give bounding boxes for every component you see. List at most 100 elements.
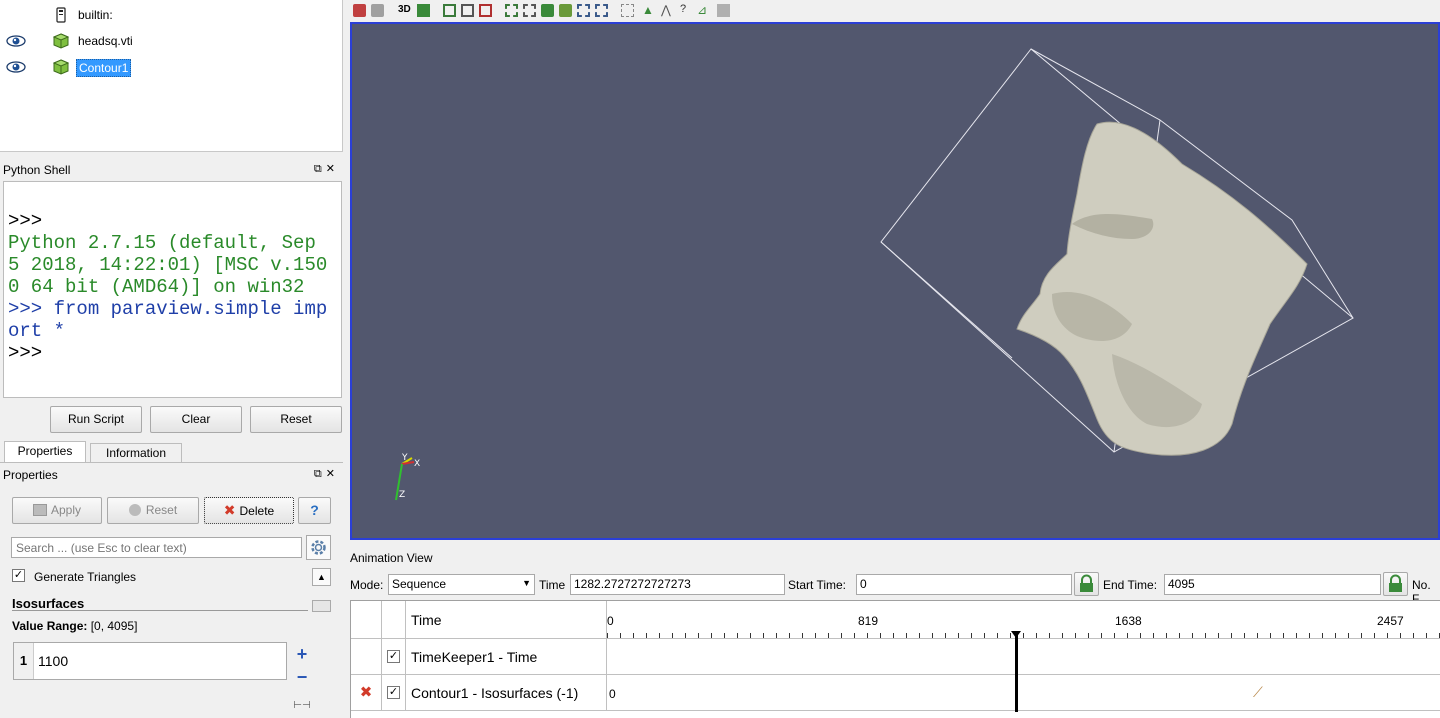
tick-label: 2457 <box>1377 614 1404 628</box>
time-marker-head-icon <box>1011 631 1021 638</box>
server-icon <box>56 7 72 23</box>
view-toolbar: 3D ▲ ⋀ ? ⊿ <box>345 0 1440 22</box>
pipeline-item-label: Contour1 <box>76 59 132 77</box>
clear-selection-icon[interactable] <box>577 4 590 17</box>
3d-toggle-icon[interactable]: 3D <box>398 4 411 15</box>
python-line: >>> <box>8 210 43 232</box>
hover-cells-icon[interactable] <box>621 4 634 17</box>
pipeline-item-label: headsq.vti <box>78 34 133 48</box>
track-label: Contour1 - Isosurfaces (-1) <box>406 675 607 711</box>
reset-label: Reset <box>145 503 178 517</box>
grow-selection-icon[interactable] <box>541 4 554 17</box>
properties-scroll-area: ✓ Generate Triangles Isosurfaces Value R… <box>4 564 310 718</box>
properties-title: Properties <box>3 468 58 482</box>
isosurface-values-table[interactable]: 1 1100 <box>13 642 287 680</box>
tick-label: 819 <box>858 614 879 628</box>
mode-select[interactable]: Sequence ▼ <box>388 574 535 595</box>
track-keyframe-lane[interactable]: 0 ⟋ <box>607 675 1440 711</box>
range-values-icon[interactable]: ⊢⊣ <box>292 700 312 714</box>
apply-button[interactable]: Apply <box>12 497 102 524</box>
properties-scrollbar[interactable]: ▲ <box>310 564 333 718</box>
capture-icon[interactable] <box>417 4 430 17</box>
render-view-3d[interactable]: Y X Z <box>350 22 1440 540</box>
delete-button[interactable]: ✖ Delete <box>204 497 294 524</box>
remove-value-icon[interactable]: − <box>292 668 312 688</box>
keyframe-interp-icon[interactable]: ⟋ <box>1253 684 1263 701</box>
pipeline-item-headsq[interactable]: headsq.vti <box>0 30 340 54</box>
properties-search-input[interactable] <box>11 537 302 558</box>
track-delete-cell <box>351 639 382 675</box>
track-keyframe-lane[interactable] <box>607 639 1440 675</box>
tab-properties[interactable]: Properties <box>4 441 86 463</box>
row-index: 1 <box>14 643 34 679</box>
hover-points-icon[interactable] <box>595 4 608 17</box>
apply-icon <box>32 504 47 516</box>
float-icon[interactable]: ⧉ <box>314 163 326 175</box>
float-icon[interactable]: ⧉ <box>314 468 326 480</box>
clear-button[interactable]: Clear <box>150 406 242 433</box>
svg-text:Z: Z <box>399 490 405 500</box>
mode-label: Mode: <box>350 578 384 592</box>
track-delete-x-icon[interactable]: ✖ <box>351 675 382 711</box>
header-divider <box>12 610 308 611</box>
run-script-button[interactable]: Run Script <box>50 406 142 433</box>
select-cells-icon[interactable] <box>443 4 456 17</box>
reset-icon <box>128 504 141 516</box>
dataset-cube-icon <box>52 59 70 75</box>
isosurface-value-cell[interactable]: 1100 <box>38 653 68 669</box>
close-icon[interactable]: ✕ <box>326 468 339 480</box>
generate-triangles-checkbox[interactable]: ✓ <box>12 569 25 582</box>
delete-icon[interactable] <box>717 4 730 17</box>
add-value-icon[interactable]: + <box>292 645 312 663</box>
pipeline-item-builtin[interactable]: builtin: <box>0 4 340 28</box>
start-time-lock-icon[interactable] <box>1074 572 1099 596</box>
zoom-icon[interactable] <box>371 4 384 17</box>
time-label: Time <box>539 578 566 592</box>
apply-label: Apply <box>50 503 82 517</box>
current-time-marker[interactable] <box>1015 632 1018 712</box>
delete-label: Delete <box>239 504 275 518</box>
select-block-icon[interactable] <box>505 4 518 17</box>
edit-icon[interactable]: ⊿ <box>697 3 707 17</box>
scroll-thumb[interactable] <box>312 600 331 612</box>
query-icon[interactable]: ▲ <box>642 3 654 17</box>
track-check-cell: ✓ <box>382 675 406 711</box>
visibility-eye-icon[interactable] <box>6 60 26 74</box>
close-icon[interactable]: ✕ <box>326 163 339 175</box>
track-check-cell: ✓ <box>382 639 406 675</box>
dataset-cube-icon <box>52 33 70 49</box>
reset-shell-button[interactable]: Reset <box>250 406 342 433</box>
advanced-settings-gear-icon[interactable] <box>306 535 331 560</box>
select-points-icon[interactable] <box>461 4 474 17</box>
help-button[interactable]: ? <box>298 497 331 524</box>
pipeline-item-contour1[interactable]: Contour1 <box>0 56 340 80</box>
time-ruler[interactable]: 0 819 1638 2457 <box>607 601 1440 639</box>
track-enable-checkbox[interactable]: ✓ <box>387 650 400 663</box>
python-line: >>> from paraview.simple import * <box>8 298 328 342</box>
scroll-up-arrow-icon[interactable]: ▲ <box>312 568 331 586</box>
svg-text:X: X <box>414 459 420 469</box>
interactive-select-icon[interactable] <box>523 4 536 17</box>
ruler-icon[interactable]: ⋀ <box>661 3 671 17</box>
track-enable-checkbox[interactable]: ✓ <box>387 686 400 699</box>
start-time-input[interactable]: 0 <box>856 574 1072 595</box>
visibility-eye-icon[interactable] <box>6 34 26 48</box>
header-blank-cell <box>351 601 382 639</box>
value-range-value: [0, 4095] <box>90 619 138 633</box>
help-tooltip-icon[interactable]: ? <box>680 3 686 15</box>
reset-button[interactable]: Reset <box>107 497 199 524</box>
tab-information[interactable]: Information <box>90 443 182 463</box>
python-shell-output[interactable]: >>> Python 2.7.15 (default, Sep 5 2018, … <box>3 181 342 398</box>
reset-camera-icon[interactable] <box>353 4 366 17</box>
python-line: >>> <box>8 342 43 364</box>
time-input[interactable]: 1282.2727272727273 <box>570 574 785 595</box>
pipeline-item-label: builtin: <box>78 8 113 22</box>
delete-x-icon: ✖ <box>223 502 236 518</box>
select-frustum-icon[interactable] <box>479 4 492 17</box>
animation-timeline: Time 0 819 1638 2457 ✓ TimeKeeper1 - Tim… <box>350 600 1440 718</box>
animation-view-title: Animation View <box>350 551 433 565</box>
end-time-input[interactable]: 4095 <box>1164 574 1381 595</box>
end-time-lock-icon[interactable] <box>1383 572 1408 596</box>
shrink-selection-icon[interactable] <box>559 4 572 17</box>
value-range-label: Value Range: <box>12 619 88 633</box>
